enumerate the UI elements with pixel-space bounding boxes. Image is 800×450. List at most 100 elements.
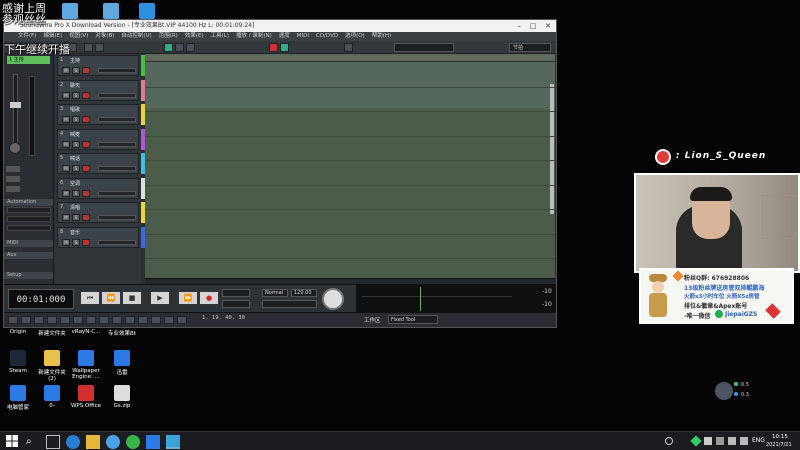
track-name[interactable]: 空调 xyxy=(70,180,80,187)
rewind-button[interactable]: ⏪ xyxy=(101,291,121,305)
track-volume-slider[interactable] xyxy=(98,166,136,171)
track-name[interactable]: 唱歌 xyxy=(70,106,80,113)
status-tool-button[interactable] xyxy=(8,316,18,324)
track-header[interactable]: 5 喊话 M S xyxy=(57,153,139,174)
track-name[interactable]: 音乐 xyxy=(70,229,80,236)
app-icon[interactable] xyxy=(146,435,160,449)
solo-button[interactable]: S xyxy=(72,91,80,99)
automation-row[interactable] xyxy=(7,216,51,222)
track-header[interactable]: 7 清唱 M S xyxy=(57,202,139,223)
desktop-shortcut[interactable]: Gs.zip xyxy=(104,385,140,409)
track-header[interactable]: 4 喊麦 M S xyxy=(57,128,139,150)
fader-handle[interactable] xyxy=(10,102,21,108)
menu-item[interactable]: 对象(B) xyxy=(95,32,114,41)
erase-tool-icon[interactable] xyxy=(186,43,195,52)
edge-icon[interactable] xyxy=(66,435,80,449)
volume-fader[interactable] xyxy=(13,74,18,144)
jog-wheel[interactable] xyxy=(322,288,344,310)
automation-row[interactable] xyxy=(7,207,51,213)
redo-icon[interactable] xyxy=(95,43,104,52)
pointer-tool-icon[interactable] xyxy=(164,43,173,52)
solo-button[interactable]: S xyxy=(72,116,80,123)
mute-button[interactable]: M xyxy=(62,116,70,123)
mute-button[interactable]: M xyxy=(62,238,70,246)
close-button[interactable]: ✕ xyxy=(541,20,555,32)
desktop-shortcut[interactable]: Origin xyxy=(0,329,36,335)
tray-icon[interactable] xyxy=(704,437,712,445)
undo-icon[interactable] xyxy=(84,43,93,52)
record-arm-button[interactable] xyxy=(82,67,90,74)
tray-icon[interactable] xyxy=(690,435,702,447)
grid-select[interactable]: 节拍 xyxy=(509,43,551,52)
section-header[interactable]: MIDI xyxy=(4,240,53,247)
menu-item[interactable]: 范围(R) xyxy=(159,32,178,41)
track-header[interactable]: 1 主持 M S xyxy=(57,55,139,76)
mute-button[interactable]: M xyxy=(62,189,70,197)
play-button[interactable]: ▶ xyxy=(150,291,170,305)
daw-app-icon[interactable] xyxy=(166,435,180,449)
record-arm-button[interactable] xyxy=(82,214,90,221)
menu-item[interactable]: MIDI xyxy=(297,32,309,41)
tool-select[interactable]: Fixed Tool xyxy=(388,315,438,324)
record-arm-button[interactable] xyxy=(82,91,90,99)
desktop-shortcut[interactable]: Wallpaper Engine: ... xyxy=(68,350,104,380)
track-name[interactable]: 清唱 xyxy=(70,204,80,211)
menu-item[interactable]: 播放 / 录制(N) xyxy=(236,32,272,41)
solo-button[interactable]: S xyxy=(72,189,80,197)
status-tool-button[interactable] xyxy=(34,316,44,324)
desktop-shortcut[interactable]: 新建文件夹 (2) xyxy=(34,350,70,382)
automation-header[interactable]: Automation xyxy=(4,199,53,206)
track-name[interactable]: 喊麦 xyxy=(70,131,80,138)
mode-select[interactable]: Normal xyxy=(262,289,288,297)
status-tool-button[interactable] xyxy=(151,316,161,324)
forward-button[interactable]: ⏩ xyxy=(178,291,198,305)
track-name[interactable]: 喊话 xyxy=(70,155,80,162)
status-tool-button[interactable] xyxy=(125,316,135,324)
status-tool-button[interactable] xyxy=(47,316,57,324)
task-view-icon[interactable] xyxy=(46,435,60,449)
menu-item[interactable]: 自动控制(U) xyxy=(121,32,151,41)
color-tool-icon[interactable] xyxy=(280,43,289,52)
window-titlebar[interactable]: SoundWire Pro X Download Version - [专业效果… xyxy=(4,20,556,32)
track-volume-slider[interactable] xyxy=(98,92,136,98)
vertical-scrollbar[interactable] xyxy=(550,84,554,214)
solo-button[interactable]: S xyxy=(72,214,80,221)
search-icon[interactable]: ⌕ xyxy=(26,435,40,449)
solo-button[interactable]: S xyxy=(72,140,80,148)
record-arm-button[interactable] xyxy=(82,165,90,172)
tray-icon[interactable] xyxy=(716,437,724,445)
status-tool-button[interactable] xyxy=(60,316,70,324)
inspector-button[interactable] xyxy=(6,186,20,192)
track-volume-slider[interactable] xyxy=(98,215,136,220)
section-header[interactable]: Aux xyxy=(4,252,53,259)
solo-button[interactable]: S xyxy=(72,238,80,246)
status-tool-button[interactable] xyxy=(164,316,174,324)
menu-item[interactable]: 编辑(E) xyxy=(43,32,62,41)
track-header[interactable]: 2 聊天 M S xyxy=(57,79,139,101)
wifi-icon[interactable] xyxy=(728,437,736,445)
volume-icon[interactable] xyxy=(740,437,748,445)
timeline-ruler[interactable] xyxy=(145,54,555,62)
record-arm-button[interactable] xyxy=(82,189,90,197)
status-tool-button[interactable] xyxy=(138,316,148,324)
mute-button[interactable]: M xyxy=(62,67,70,74)
desktop-shortcut[interactable]: vRayN-C... xyxy=(68,329,104,335)
tray-icon[interactable] xyxy=(665,437,673,445)
status-tool-button[interactable] xyxy=(73,316,83,324)
status-tool-button[interactable] xyxy=(21,316,31,324)
maximize-button[interactable]: □ xyxy=(526,20,540,32)
desktop-shortcut[interactable]: Steam xyxy=(0,350,36,374)
automation-row[interactable] xyxy=(7,225,51,231)
mode-field[interactable] xyxy=(222,289,250,297)
daw-window[interactable]: SoundWire Pro X Download Version - [专业效果… xyxy=(3,19,557,328)
timecode-display[interactable]: 00:01:000 xyxy=(8,289,74,309)
mute-button[interactable]: M xyxy=(62,165,70,172)
desktop-shortcut[interactable]: 0- xyxy=(34,385,70,409)
desktop-shortcut[interactable]: 专业效果Bt xyxy=(104,329,140,337)
record-arm-button[interactable] xyxy=(82,238,90,246)
track-volume-slider[interactable] xyxy=(98,190,136,196)
mute-button[interactable]: M xyxy=(62,214,70,221)
track-volume-slider[interactable] xyxy=(98,141,136,147)
track-header[interactable]: 3 唱歌 M S xyxy=(57,104,139,125)
selection-range[interactable] xyxy=(145,62,555,109)
